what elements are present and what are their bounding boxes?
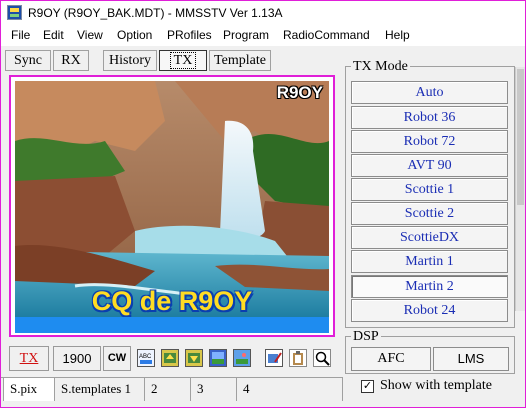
menu-view[interactable]: View: [77, 28, 103, 42]
checkbox-box[interactable]: ✓: [361, 380, 374, 393]
tx-image-panel[interactable]: R9OY CQ de R9OY: [9, 75, 335, 337]
picture-store-tabs: S.pix S.templates 1 2 3 4: [1, 377, 343, 401]
tab-stemplates-1[interactable]: S.templates 1: [55, 378, 145, 401]
load-image-icon[interactable]: [161, 349, 179, 367]
mode-avt90-button[interactable]: AVT 90: [351, 154, 508, 177]
clipboard-icon[interactable]: [289, 349, 307, 367]
main-window: R9OY (R9OY_BAK.MDT) - MMSSTV Ver 1.13A F…: [0, 0, 526, 408]
show-with-template-checkbox[interactable]: ✓ Show with template: [361, 377, 521, 397]
clear-image-icon[interactable]: [209, 349, 227, 367]
menu-file[interactable]: File: [11, 28, 30, 42]
mode-martin2-button[interactable]: Martin 2: [351, 275, 508, 298]
mode-robot36-button[interactable]: Robot 36: [351, 106, 508, 129]
mode-robot24-button[interactable]: Robot 24: [351, 299, 508, 322]
title-bar: R9OY (R9OY_BAK.MDT) - MMSSTV Ver 1.13A: [1, 1, 525, 25]
mode-martin1-button[interactable]: Martin 1: [351, 250, 508, 273]
menu-radiocommand[interactable]: RadioCommand: [283, 28, 370, 42]
callsign-overlay: R9OY: [276, 83, 323, 102]
picture-icon[interactable]: [233, 349, 251, 367]
show-with-template-label: Show with template: [380, 378, 492, 393]
tab-page-2[interactable]: 2: [145, 378, 191, 401]
menu-edit[interactable]: Edit: [43, 28, 64, 42]
tx-mode-caption: TX Mode: [351, 59, 410, 75]
dsp-group: DSP AFC LMS: [345, 329, 515, 374]
lms-button[interactable]: LMS: [433, 347, 509, 371]
svg-text:ABC: ABC: [139, 354, 152, 360]
tab-history[interactable]: History: [103, 50, 157, 71]
tab-page-3[interactable]: 3: [191, 378, 237, 401]
scrollbar-thumb[interactable]: [517, 69, 524, 205]
tab-spix[interactable]: S.pix: [3, 378, 55, 401]
tab-sync[interactable]: Sync: [5, 50, 51, 71]
tab-tx[interactable]: TX: [159, 50, 207, 71]
mode-scottiedx-button[interactable]: ScottieDX: [351, 226, 508, 249]
tab-template[interactable]: Template: [209, 50, 271, 71]
tx-mode-group: TX Mode Auto Robot 36 Robot 72 AVT 90 Sc…: [345, 59, 515, 328]
paste-image-icon[interactable]: [185, 349, 203, 367]
zoom-icon[interactable]: [313, 349, 331, 367]
menu-bar: File Edit View Option PRofiles Program R…: [1, 25, 525, 46]
tx-button[interactable]: TX: [9, 346, 49, 371]
mmsstv-app-icon[interactable]: [7, 5, 22, 20]
tab-rx[interactable]: RX: [53, 50, 89, 71]
menu-profiles[interactable]: PRofiles: [167, 28, 212, 42]
tab-page-4[interactable]: 4: [237, 378, 343, 401]
window-title: R9OY (R9OY_BAK.MDT) - MMSSTV Ver 1.13A: [28, 6, 283, 20]
mode-scottie1-button[interactable]: Scottie 1: [351, 178, 508, 201]
main-tabs: Sync RX History TX Template: [5, 48, 345, 73]
menu-program[interactable]: Program: [223, 28, 269, 42]
blue-band: [15, 317, 329, 333]
menu-help[interactable]: Help: [385, 28, 410, 42]
cw-button[interactable]: CW: [103, 346, 131, 371]
tx-picture[interactable]: R9OY CQ de R9OY: [15, 81, 329, 333]
picture-edit-icon[interactable]: [265, 349, 283, 367]
mode-scrollbar[interactable]: [515, 67, 525, 311]
tx-toolbar: TX 1900 CW ABC: [9, 346, 339, 372]
mode-robot72-button[interactable]: Robot 72: [351, 130, 508, 153]
menu-option[interactable]: Option: [117, 28, 152, 42]
afc-button[interactable]: AFC: [351, 347, 431, 371]
font-abc-icon[interactable]: ABC: [137, 349, 155, 367]
cq-overlay-text: CQ de R9OY: [91, 286, 253, 316]
mode-scottie2-button[interactable]: Scottie 2: [351, 202, 508, 225]
dsp-caption: DSP: [351, 329, 381, 345]
mode-auto-button[interactable]: Auto: [351, 81, 508, 104]
frequency-1900-button[interactable]: 1900: [53, 346, 101, 371]
